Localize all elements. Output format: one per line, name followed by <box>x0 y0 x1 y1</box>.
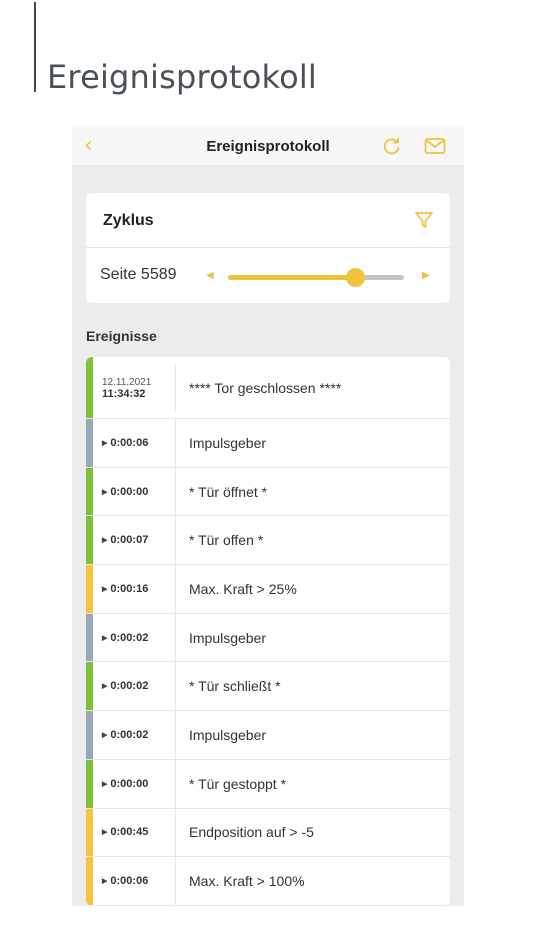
phone-screen: ‹ Ereignisprotokoll Zyklus Seite 5589 ◀ … <box>72 126 464 906</box>
status-bar <box>86 808 93 857</box>
event-duration: 0:00:02 <box>110 728 149 741</box>
event-time: ▶ 0:00:00 <box>102 759 176 808</box>
event-text: * Tür öffnet * <box>189 483 268 500</box>
status-bar <box>86 759 93 808</box>
status-bar <box>86 467 93 516</box>
event-duration: 0:00:06 <box>110 436 149 449</box>
document-title: Ereignisprotokoll <box>47 58 318 96</box>
expand-icon[interactable]: ▶ <box>102 780 107 788</box>
status-bar <box>86 565 93 613</box>
event-row[interactable]: ▶ 0:00:00 * Tür öffnet * <box>86 467 450 517</box>
mail-icon[interactable] <box>424 137 446 155</box>
event-row[interactable]: ▶ 0:00:06 Max. Kraft > 100% <box>86 857 450 906</box>
events-header: Ereignisse <box>86 328 157 344</box>
title-rule <box>34 2 36 92</box>
event-time: ▶ 0:00:02 <box>102 662 176 711</box>
event-text: Impulsgeber <box>189 434 267 451</box>
expand-icon[interactable]: ▶ <box>102 828 107 836</box>
nav-title: Ereignisprotokoll <box>206 138 330 155</box>
event-text: Impulsgeber <box>189 726 267 743</box>
event-row[interactable]: ▶ 0:00:45 Endposition auf > -5 <box>86 808 450 858</box>
status-bar <box>86 613 93 662</box>
event-row[interactable]: ▶ 0:00:16 Max. Kraft > 25% <box>86 565 450 614</box>
event-row[interactable]: ▶ 0:00:02 Impulsgeber <box>86 711 450 760</box>
expand-icon[interactable]: ▶ <box>102 488 107 496</box>
event-text: * Tür gestoppt * <box>189 775 287 792</box>
expand-icon[interactable]: ▶ <box>102 877 107 885</box>
prev-page-icon[interactable]: ◀ <box>206 270 214 281</box>
refresh-icon[interactable] <box>382 136 402 156</box>
event-row[interactable]: ▶ 0:00:00 * Tür gestoppt * <box>86 759 450 809</box>
next-page-icon[interactable]: ▶ <box>422 270 430 281</box>
event-time: ▶ 0:00:07 <box>102 516 176 565</box>
event-text: **** Tor geschlossen **** <box>189 379 342 396</box>
event-time: ▶ 0:00:02 <box>102 613 176 662</box>
event-text: Max. Kraft > 100% <box>189 873 305 890</box>
expand-icon[interactable]: ▶ <box>102 682 107 690</box>
slider-fill <box>228 275 355 280</box>
event-row[interactable]: 12.11.2021 11:34:32 **** Tor geschlossen *… <box>86 357 450 419</box>
event-row[interactable]: ▶ 0:00:06 Impulsgeber <box>86 419 450 468</box>
event-duration: 0:00:45 <box>110 826 149 839</box>
event-row[interactable]: ▶ 0:00:02 Impulsgeber <box>86 613 450 663</box>
event-time: ▶ 0:00:02 <box>102 711 176 759</box>
expand-icon[interactable]: ▶ <box>102 634 107 642</box>
event-duration: 0:00:00 <box>110 485 149 498</box>
event-time: ▶ 0:00:00 <box>102 467 176 516</box>
event-time: ▶ 0:00:06 <box>102 419 176 467</box>
slider-thumb[interactable] <box>346 268 365 287</box>
status-bar <box>86 357 93 418</box>
event-duration: 0:00:02 <box>110 631 149 644</box>
event-text: Endposition auf > -5 <box>189 824 314 841</box>
status-bar <box>86 857 93 905</box>
event-duration: 0:00:06 <box>110 875 149 888</box>
event-time: ▶ 0:00:45 <box>102 808 176 857</box>
expand-icon[interactable]: ▶ <box>102 585 107 593</box>
event-row[interactable]: ▶ 0:00:02 * Tür schließt * <box>86 662 450 712</box>
page-slider[interactable] <box>228 268 404 287</box>
filter-icon[interactable] <box>414 210 434 230</box>
event-time: ▶ 0:00:16 <box>102 565 176 613</box>
event-duration: 0:00:02 <box>110 680 149 693</box>
cycle-card-header: Zyklus <box>86 193 450 248</box>
event-text: Max. Kraft > 25% <box>189 580 297 597</box>
expand-icon[interactable]: ▶ <box>102 439 107 447</box>
cycle-title: Zyklus <box>103 212 154 229</box>
event-duration: 0:00:00 <box>110 777 149 790</box>
expand-icon[interactable]: ▶ <box>102 731 107 739</box>
status-bar <box>86 711 93 759</box>
nav-bar: ‹ Ereignisprotokoll <box>72 126 464 166</box>
event-time: 12.11.2021 11:34:32 <box>102 365 176 411</box>
cycle-card: Zyklus Seite 5589 ◀ ▶ <box>86 193 450 303</box>
event-list: 12.11.2021 11:34:32 **** Tor geschlossen *… <box>86 357 450 906</box>
status-bar <box>86 662 93 711</box>
event-duration: 0:00:16 <box>110 582 149 595</box>
event-duration: 0:00:07 <box>110 534 149 547</box>
event-date: 12.11.2021 <box>102 376 152 388</box>
event-text: * Tür offen * <box>189 532 264 549</box>
event-text: * Tür schließt * <box>189 678 281 695</box>
event-clock: 11:34:32 <box>102 387 146 400</box>
event-text: Impulsgeber <box>189 629 267 646</box>
expand-icon[interactable]: ▶ <box>102 536 107 544</box>
page-label: Seite 5589 <box>100 266 177 283</box>
status-bar <box>86 419 93 467</box>
status-bar <box>86 516 93 565</box>
event-row[interactable]: ▶ 0:00:07 * Tür offen * <box>86 516 450 566</box>
event-time: ▶ 0:00:06 <box>102 857 176 905</box>
